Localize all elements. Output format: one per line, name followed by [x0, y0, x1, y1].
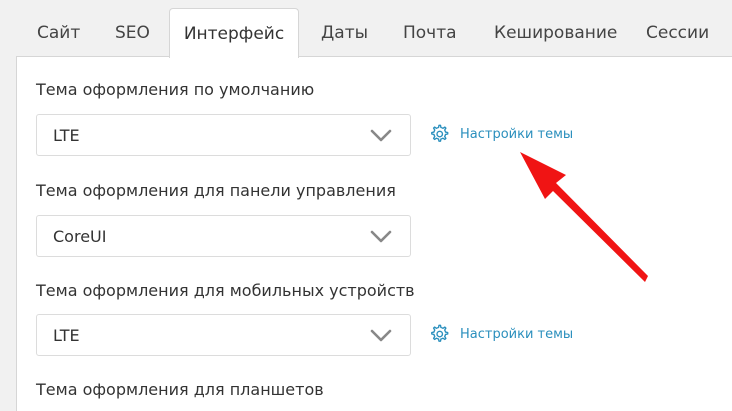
gear-icon [431, 324, 449, 342]
tab-bar: Сайт SEO Интерфейс Даты Почта Кешировани… [0, 0, 732, 58]
tab-site[interactable]: Сайт [37, 8, 80, 56]
default-theme-value: LTE [53, 126, 80, 145]
tab-caching[interactable]: Кеширование [494, 8, 617, 56]
tab-sessions[interactable]: Сессии [646, 8, 709, 56]
mobile-theme-value: LTE [53, 326, 80, 345]
chevron-down-icon [370, 230, 392, 243]
mobile-theme-label: Тема оформления для мобильных устройств [36, 281, 415, 300]
chevron-down-icon [370, 129, 392, 142]
default-theme-select[interactable]: LTE [36, 114, 411, 156]
admin-theme-select[interactable]: CoreUI [36, 215, 411, 257]
admin-theme-label: Тема оформления для панели управления [36, 181, 396, 200]
default-theme-label: Тема оформления по умолчанию [36, 80, 315, 99]
admin-theme-value: CoreUI [53, 227, 107, 246]
theme-settings-label: Настройки темы [460, 126, 574, 142]
mobile-theme-select[interactable]: LTE [36, 314, 411, 356]
tab-seo[interactable]: SEO [115, 8, 150, 56]
tablet-theme-label: Тема оформления для планшетов [36, 380, 324, 399]
default-theme-settings-link[interactable]: Настройки темы [428, 122, 573, 146]
theme-settings-label: Настройки темы [460, 326, 574, 342]
chevron-down-icon [370, 329, 392, 342]
tab-interface[interactable]: Интерфейс [169, 8, 299, 58]
mobile-theme-settings-link[interactable]: Настройки темы [428, 322, 573, 346]
tab-dates[interactable]: Даты [321, 8, 368, 56]
gear-icon [431, 124, 449, 142]
tab-mail[interactable]: Почта [403, 8, 457, 56]
